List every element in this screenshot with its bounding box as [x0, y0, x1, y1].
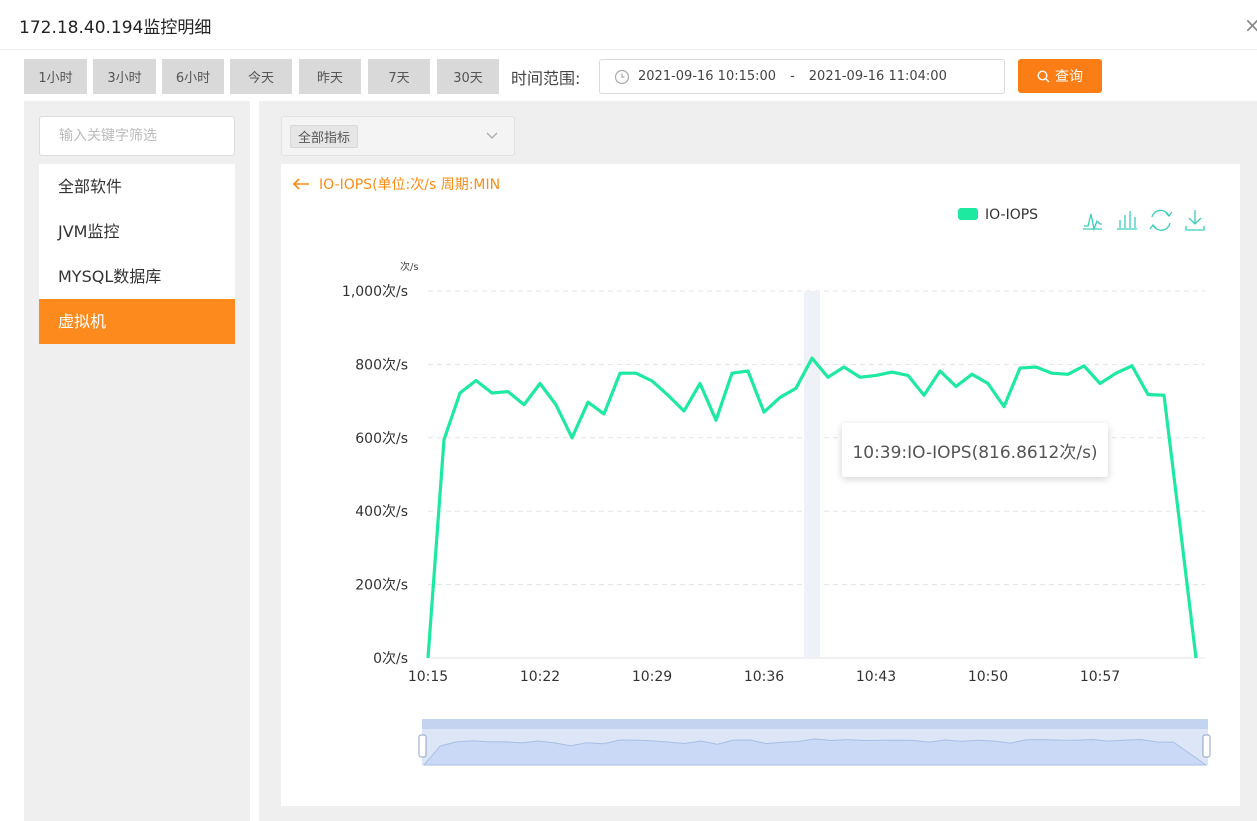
download-icon[interactable] [1185, 210, 1205, 231]
zoom-slider-preview [422, 738, 1208, 766]
zoom-slider-top-bar[interactable] [422, 719, 1208, 729]
zoom-handle-left[interactable] [418, 734, 427, 758]
y-axis-unit: 次/s [400, 260, 419, 273]
x-tick-label: 10:57 [1080, 669, 1120, 685]
y-tick-label: 1,000次/s [342, 284, 408, 300]
line-chart-icon[interactable] [1083, 213, 1102, 232]
refresh-icon[interactable] [1149, 209, 1173, 231]
x-tick-label: 10:15 [408, 669, 448, 685]
bar-chart-icon[interactable] [1117, 211, 1137, 230]
y-tick-label: 0次/s [373, 651, 408, 667]
x-tick-label: 10:43 [856, 669, 896, 685]
legend-swatch [958, 208, 978, 220]
x-tick-label: 10:50 [968, 669, 1008, 685]
y-tick-label: 800次/s [355, 357, 408, 373]
x-tick-label: 10:22 [520, 669, 560, 685]
y-tick-label: 600次/s [355, 431, 408, 447]
hover-highlight-band [804, 291, 820, 658]
x-tick-label: 10:29 [632, 669, 672, 685]
y-tick-label: 400次/s [355, 504, 408, 520]
chart-tooltip: 10:39:IO-IOPS(816.8612次/s) [842, 423, 1108, 477]
zoom-slider[interactable] [418, 719, 1211, 766]
chart-toolbar [1083, 209, 1205, 232]
x-tick-label: 10:36 [744, 669, 784, 685]
io-iops-chart: 0次/s 200次/s 400次/s 600次/s 800次/s 1,000次/s 10:… [342, 207, 1211, 766]
legend-label: IO-IOPS [985, 207, 1038, 223]
y-tick-label: 200次/s [355, 578, 408, 594]
zoom-handle-right[interactable] [1202, 734, 1211, 758]
legend[interactable]: IO-IOPS [958, 207, 1038, 223]
